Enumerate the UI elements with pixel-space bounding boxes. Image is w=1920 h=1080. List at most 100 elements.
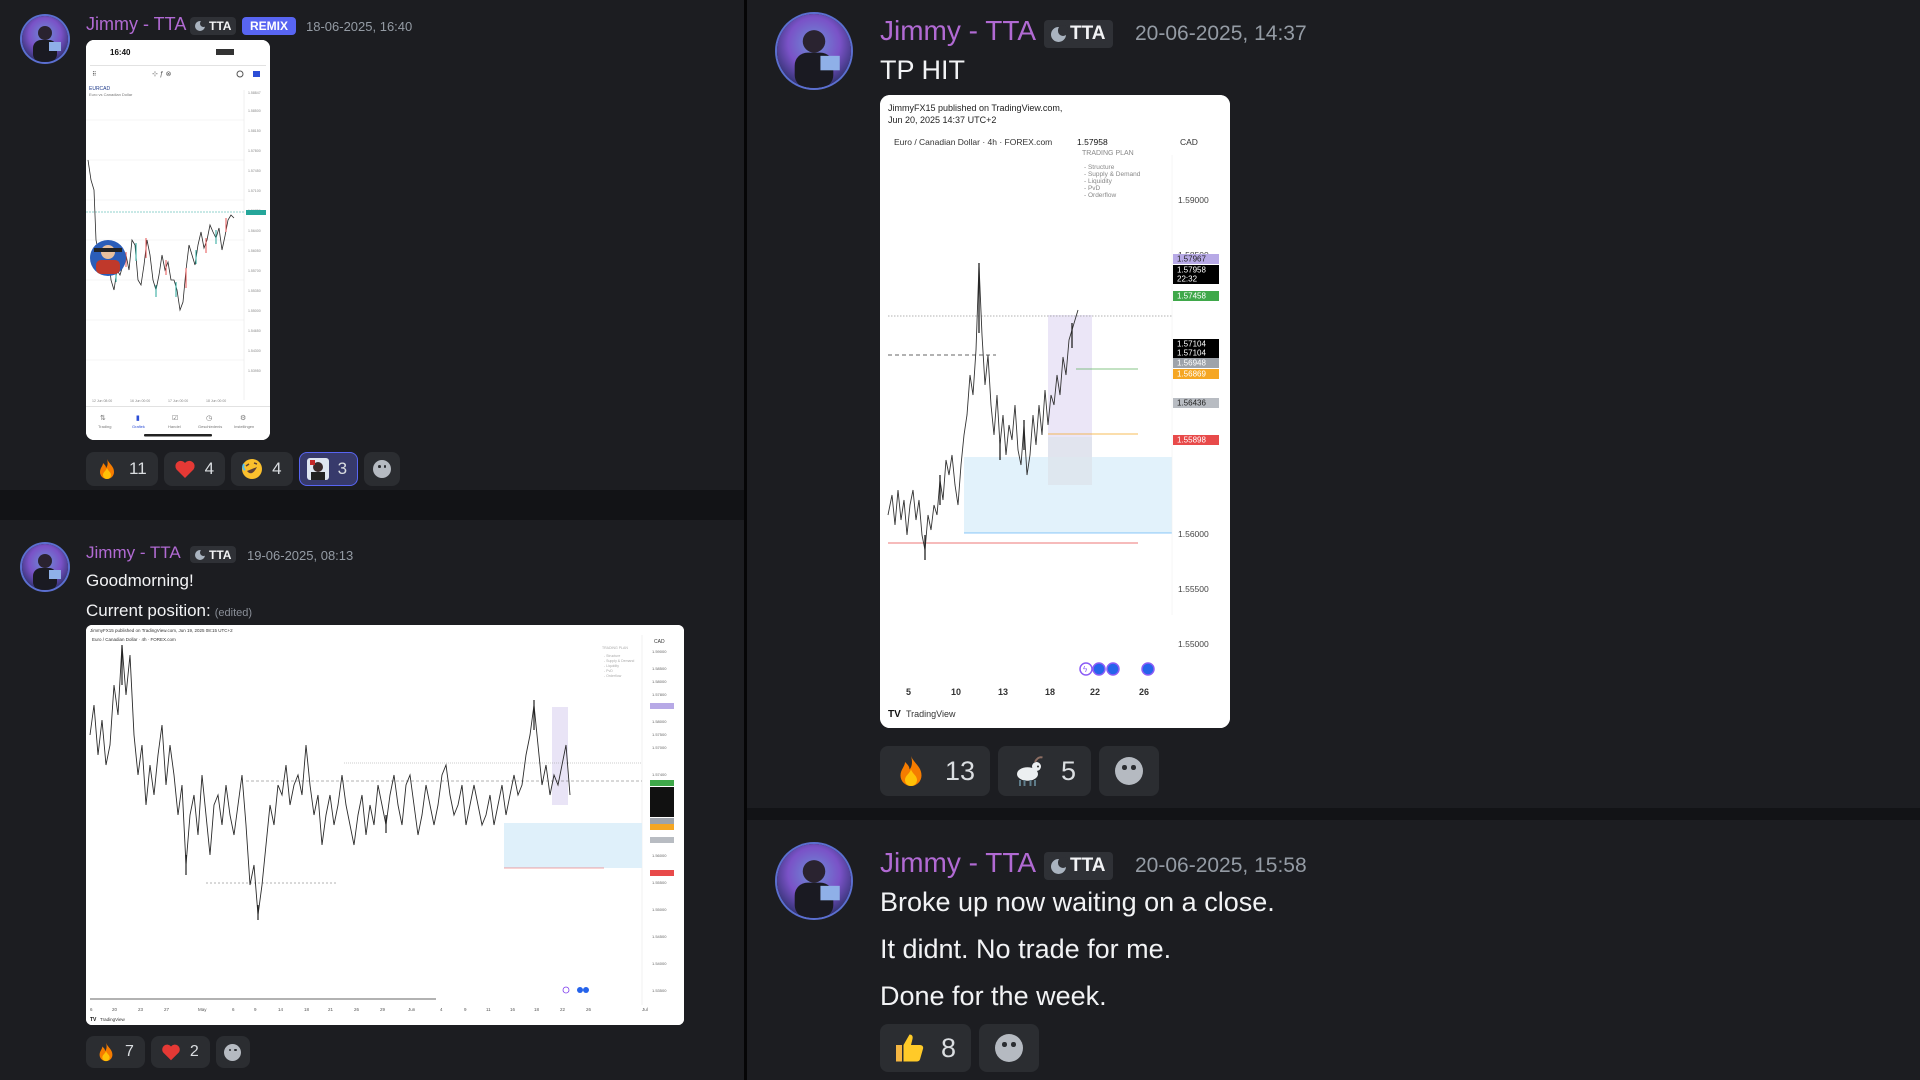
svg-text:12 Jun 08:00: 12 Jun 08:00 xyxy=(92,399,112,403)
server-tag[interactable]: TTA xyxy=(190,546,237,563)
svg-text:20: 20 xyxy=(112,1007,118,1012)
svg-text:- Supply & Demand: - Supply & Demand xyxy=(604,659,634,663)
tradingview-logo-icon: TV xyxy=(888,709,901,720)
message-text: Broke up now waiting on a close. xyxy=(880,887,1275,917)
price-tag-label: 1.57458 xyxy=(1177,292,1206,301)
svg-text:Grafiek: Grafiek xyxy=(132,424,145,429)
add-reaction-button[interactable] xyxy=(364,452,401,486)
reaction-thumbs-up[interactable]: 8 xyxy=(880,1024,972,1072)
svg-text:18: 18 xyxy=(1045,687,1055,697)
message-3: Jimmy - TTA TTA 20-06-2025, 14:37 TP HIT… xyxy=(747,0,1920,808)
chart-header: JimmyFX15 published on TradingView.com, … xyxy=(90,628,233,633)
sticker-avatar-image xyxy=(90,240,126,276)
svg-text:18: 18 xyxy=(534,1007,540,1012)
timestamp: 20-06-2025, 14:37 xyxy=(1135,22,1307,45)
reaction-fire[interactable]: 13 xyxy=(880,746,991,796)
price-tag-label: 22:32 xyxy=(1177,275,1198,284)
reaction-heart[interactable]: 2 xyxy=(150,1036,210,1068)
smiley-icon xyxy=(224,1043,242,1061)
svg-text:1.57450: 1.57450 xyxy=(248,169,261,173)
server-tag[interactable]: TTA xyxy=(1044,20,1113,48)
add-reaction-button[interactable] xyxy=(979,1024,1040,1072)
reaction-count: 5 xyxy=(1061,755,1077,786)
svg-text:Instellingen: Instellingen xyxy=(234,424,254,429)
svg-text:TRADING PLAN: TRADING PLAN xyxy=(602,646,628,650)
phone-screenshot-image[interactable]: 16:40 ⠿ ⊹ ƒ ⊗ EURCAD Euro vs Canadian Do… xyxy=(86,40,270,440)
smiley-icon xyxy=(995,1034,1024,1062)
svg-text:14: 14 xyxy=(278,1007,284,1012)
username[interactable]: Jimmy - TTA xyxy=(880,847,1036,879)
reaction-rofl[interactable]: 4 xyxy=(231,452,293,486)
reaction-custom[interactable]: 3 xyxy=(298,452,359,486)
svg-text:⇅: ⇅ xyxy=(100,414,106,422)
smiley-icon xyxy=(373,460,392,478)
chart-title: Euro / Canadian Dollar · 4h · FOREX.com xyxy=(92,637,176,642)
left-chat-pane: Jimmy - TTA TTA REMIX 18-06-2025, 16:40 … xyxy=(0,0,744,1080)
svg-text:May: May xyxy=(198,1007,207,1012)
reaction-fire[interactable]: 7 xyxy=(86,1036,145,1068)
svg-text:18 Jun 00:00: 18 Jun 00:00 xyxy=(206,399,226,403)
message-text: Goodmorning! xyxy=(86,571,194,590)
phone-time: 16:40 xyxy=(110,48,131,57)
svg-text:17 Jun 00:00: 17 Jun 00:00 xyxy=(168,399,188,403)
message-separator xyxy=(0,490,744,520)
chart-image[interactable]: JimmyFX15 published on TradingView.com, … xyxy=(880,95,1230,728)
message-2: Jimmy - TTA TTA 19-06-2025, 08:13 Goodmo… xyxy=(0,520,744,1080)
svg-text:- Liquidity: - Liquidity xyxy=(1084,178,1113,185)
username[interactable]: Jimmy - TTA xyxy=(86,14,186,35)
price-tag-label: 1.56869 xyxy=(1177,370,1206,379)
reaction-count: 11 xyxy=(129,459,147,478)
add-reaction-button[interactable] xyxy=(1099,746,1160,796)
reaction-count: 7 xyxy=(125,1043,134,1060)
svg-text:1.59000: 1.59000 xyxy=(652,649,667,654)
username[interactable]: Jimmy - TTA xyxy=(86,543,181,563)
svg-text:1.58847: 1.58847 xyxy=(248,91,261,95)
svg-text:16: 16 xyxy=(510,1007,516,1012)
reaction-goat[interactable]: 5 xyxy=(998,746,1092,796)
svg-text:1.58000: 1.58000 xyxy=(652,679,667,684)
currency-label: CAD xyxy=(1180,137,1198,147)
reaction-fire[interactable]: 11 xyxy=(86,452,158,486)
server-tag[interactable]: TTA xyxy=(190,17,237,35)
chart-header-date: Jun 20, 2025 14:37 UTC+2 xyxy=(888,115,996,125)
chart-image[interactable]: JimmyFX15 published on TradingView.com, … xyxy=(86,625,684,1025)
reaction-count: 2 xyxy=(189,1043,199,1060)
svg-text:1.56050: 1.56050 xyxy=(248,249,261,253)
username[interactable]: Jimmy - TTA xyxy=(880,15,1036,47)
svg-text:- Structure: - Structure xyxy=(604,654,620,658)
svg-text:1.59000: 1.59000 xyxy=(1178,195,1209,205)
avatar[interactable] xyxy=(22,16,68,62)
reaction-count: 4 xyxy=(272,459,282,478)
avatar[interactable] xyxy=(777,14,851,88)
svg-text:1.58150: 1.58150 xyxy=(248,129,261,133)
server-tag[interactable]: TTA xyxy=(1044,852,1113,880)
timestamp: 18-06-2025, 16:40 xyxy=(306,19,413,34)
price-tag-label: 1.57104 xyxy=(1177,349,1206,358)
reaction-heart[interactable]: 4 xyxy=(163,452,226,486)
svg-text:23: 23 xyxy=(138,1007,144,1012)
reaction-count: 3 xyxy=(337,459,348,478)
svg-text:27: 27 xyxy=(164,1007,170,1012)
svg-text:1.53950: 1.53950 xyxy=(248,369,261,373)
avatar[interactable] xyxy=(22,544,68,590)
reaction-count: 4 xyxy=(204,459,215,478)
last-price: 1.57958 xyxy=(1077,137,1108,147)
avatar[interactable] xyxy=(777,844,851,918)
right-chat-pane: Jimmy - TTA TTA 20-06-2025, 14:37 TP HIT… xyxy=(747,0,1920,1080)
add-reaction-button[interactable] xyxy=(215,1036,250,1068)
svg-text:1.54300: 1.54300 xyxy=(248,349,261,353)
svg-text:- Structure: - Structure xyxy=(1084,164,1115,171)
svg-text:13: 13 xyxy=(998,687,1008,697)
thumbs-up-icon xyxy=(893,1030,929,1066)
tradingview-brand: TradingView xyxy=(100,1017,126,1022)
moon-icon xyxy=(195,548,207,560)
message-text: It didnt. No trade for me. xyxy=(880,934,1172,964)
moon-icon xyxy=(1051,857,1069,874)
svg-text:1.58000: 1.58000 xyxy=(652,719,667,724)
rofl-icon xyxy=(240,457,264,481)
svg-text:1.57400: 1.57400 xyxy=(652,772,667,777)
tradingview-brand: TradingView xyxy=(906,709,956,719)
price-tag-label: 1.56436 xyxy=(1177,399,1206,408)
custom-avatar-emoji-icon xyxy=(306,457,330,481)
pair-subtitle: Euro vs Canadian Dollar xyxy=(89,92,133,97)
